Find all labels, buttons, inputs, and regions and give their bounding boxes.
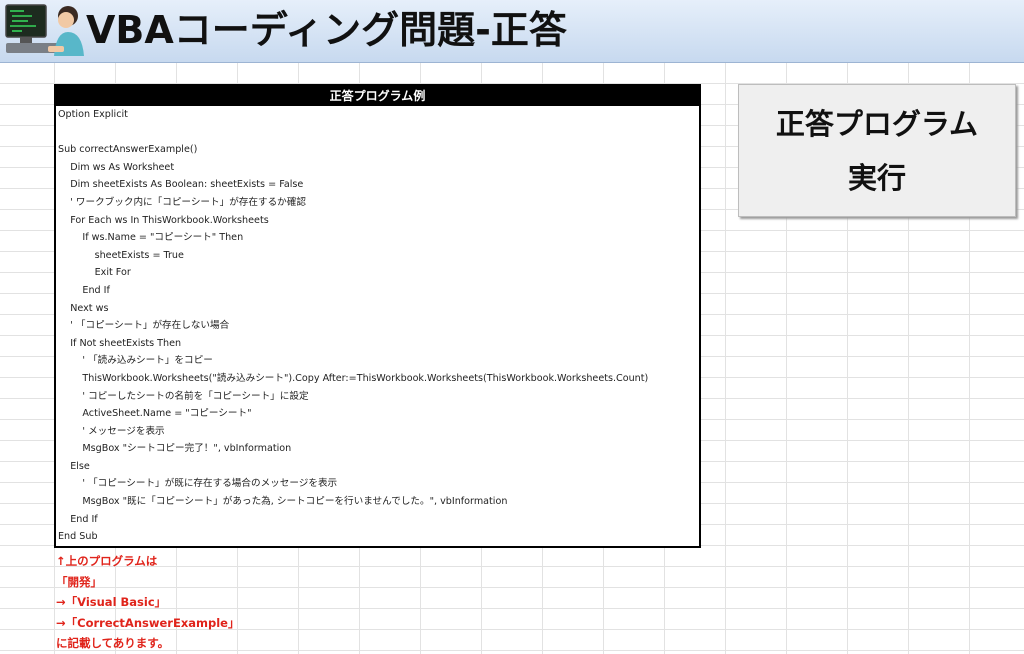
code-line: Next ws [58, 302, 109, 314]
code-line: ' 「読み込みシート」をコピー [58, 355, 213, 367]
code-line: Dim sheetExists As Boolean: sheetExists … [58, 179, 304, 191]
run-button-label-line2: 実行 [847, 160, 906, 195]
code-line: ActiveSheet.Name = "コピーシート" [58, 408, 252, 420]
note-line: に記載してあります。 [56, 636, 170, 651]
code-line: ThisWorkbook.Worksheets("読み込みシート").Copy … [58, 372, 649, 384]
code-line: End Sub [58, 531, 98, 543]
code-line: ' コピーしたシートの名前を「コピーシート」に設定 [58, 390, 309, 402]
code-line: End If [58, 513, 98, 525]
code-line: Dim ws As Worksheet [58, 161, 175, 173]
code-line: For Each ws In ThisWorkbook.Worksheets [58, 214, 269, 226]
code-line: ' メッセージを表示 [58, 425, 165, 437]
note-line: →「CorrectAnswerExample」 [56, 615, 240, 630]
code-line: If ws.Name = "コピーシート" Then [58, 232, 244, 244]
code-line: End If [58, 284, 110, 296]
code-line: Else [58, 460, 90, 472]
location-note: ↑上のプログラムは 「開発」 →「Visual Basic」 →「Correct… [56, 551, 356, 654]
page-title: VBAコーディング問題-正答 [86, 8, 567, 52]
code-panel-heading: 正答プログラム例 [56, 86, 699, 106]
code-line: ' 「コピーシート」が既に存在する場合のメッセージを表示 [58, 478, 338, 490]
code-line: sheetExists = True [58, 249, 184, 261]
code-panel: 正答プログラム例 Option Explicit Sub correctAnsw… [54, 84, 701, 548]
note-line: ↑上のプログラムは [56, 554, 158, 568]
title-banner: VBAコーディング問題-正答 [0, 0, 1024, 63]
code-line: Option Explicit [58, 109, 128, 120]
run-answer-program-button[interactable]: 正答プログラム 実行 [738, 84, 1016, 217]
code-line: MsgBox "既に「コピーシート」があった為, シートコピーを行いませんでした… [58, 496, 508, 508]
code-line: ' ワークブック内に「コピーシート」が存在するか確認 [58, 196, 306, 208]
note-line: 「開発」 [56, 574, 102, 589]
code-line: ' 「コピーシート」が存在しない場合 [58, 320, 230, 332]
code-line: Sub correctAnswerExample() [58, 144, 198, 156]
note-line: →「Visual Basic」 [56, 595, 167, 610]
code-line: Exit For [58, 267, 131, 279]
code-line: If Not sheetExists Then [58, 337, 182, 349]
run-button-label-line1: 正答プログラム [775, 106, 979, 141]
code-listing: Option Explicit Sub correctAnswerExample… [56, 106, 699, 546]
programmer-at-computer-icon [5, 4, 84, 56]
code-line: MsgBox "シートコピー完了！", vbInformation [58, 443, 292, 455]
